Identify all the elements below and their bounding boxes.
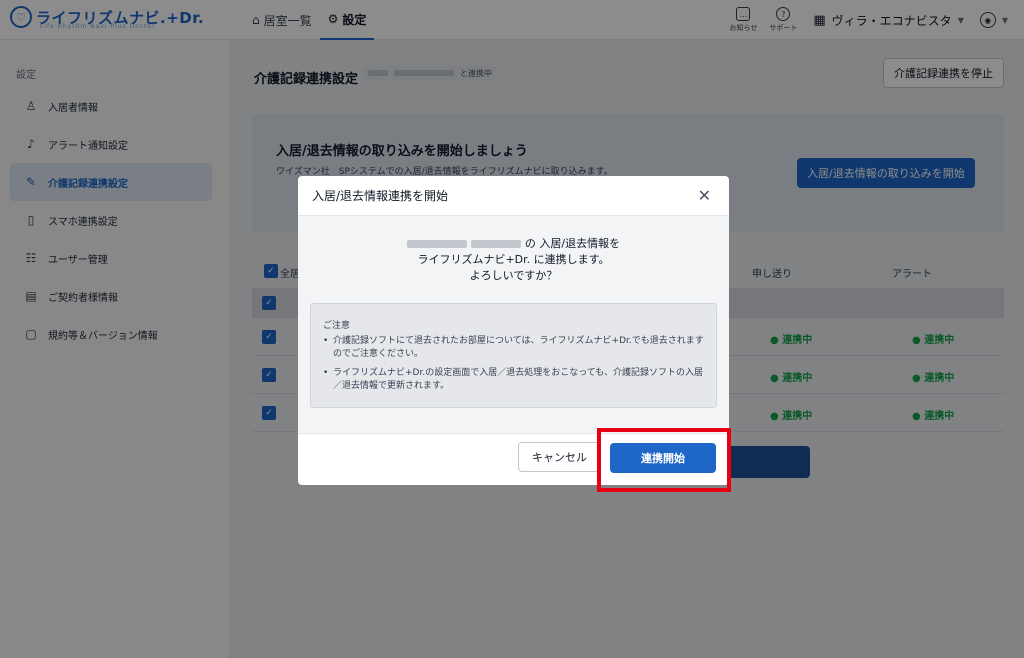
caution-heading: ご注意 [323, 321, 351, 331]
caution-box: ご注意 介護記録ソフトにて退去されたお部屋については、ライフリズムナビ+Dr.で… [310, 303, 717, 408]
dialog-title: 入居/退去情報連携を開始 [312, 189, 449, 203]
cancel-button[interactable]: キャンセル [518, 442, 601, 472]
caution-list: 介護記録ソフトにて退去されたお部屋については、ライフリズムナビ+Dr.でも退去さ… [323, 335, 704, 393]
confirm-message: の 入居/退去情報を ライフリズムナビ+Dr. に連携します。 よろしいですか？ [298, 236, 729, 284]
redacted-text [470, 240, 521, 248]
confirm-line-2: ライフリズムナビ+Dr. に連携します。 [417, 253, 610, 266]
highlight-box [597, 428, 731, 492]
close-icon[interactable]: ✕ [698, 186, 711, 205]
caution-item: 介護記録ソフトにて退去されたお部屋については、ライフリズムナビ+Dr.でも退去さ… [323, 335, 704, 361]
dialog-header: 入居/退去情報連携を開始 ✕ [298, 176, 729, 216]
confirm-line-3: よろしいですか？ [469, 269, 558, 282]
caution-item: ライフリズムナビ+Dr.の設定画面で入居／退去処理をおこなっても、介護記録ソフト… [323, 367, 704, 393]
redacted-text [406, 240, 467, 248]
confirm-line-1: の 入居/退去情報を [298, 236, 729, 252]
